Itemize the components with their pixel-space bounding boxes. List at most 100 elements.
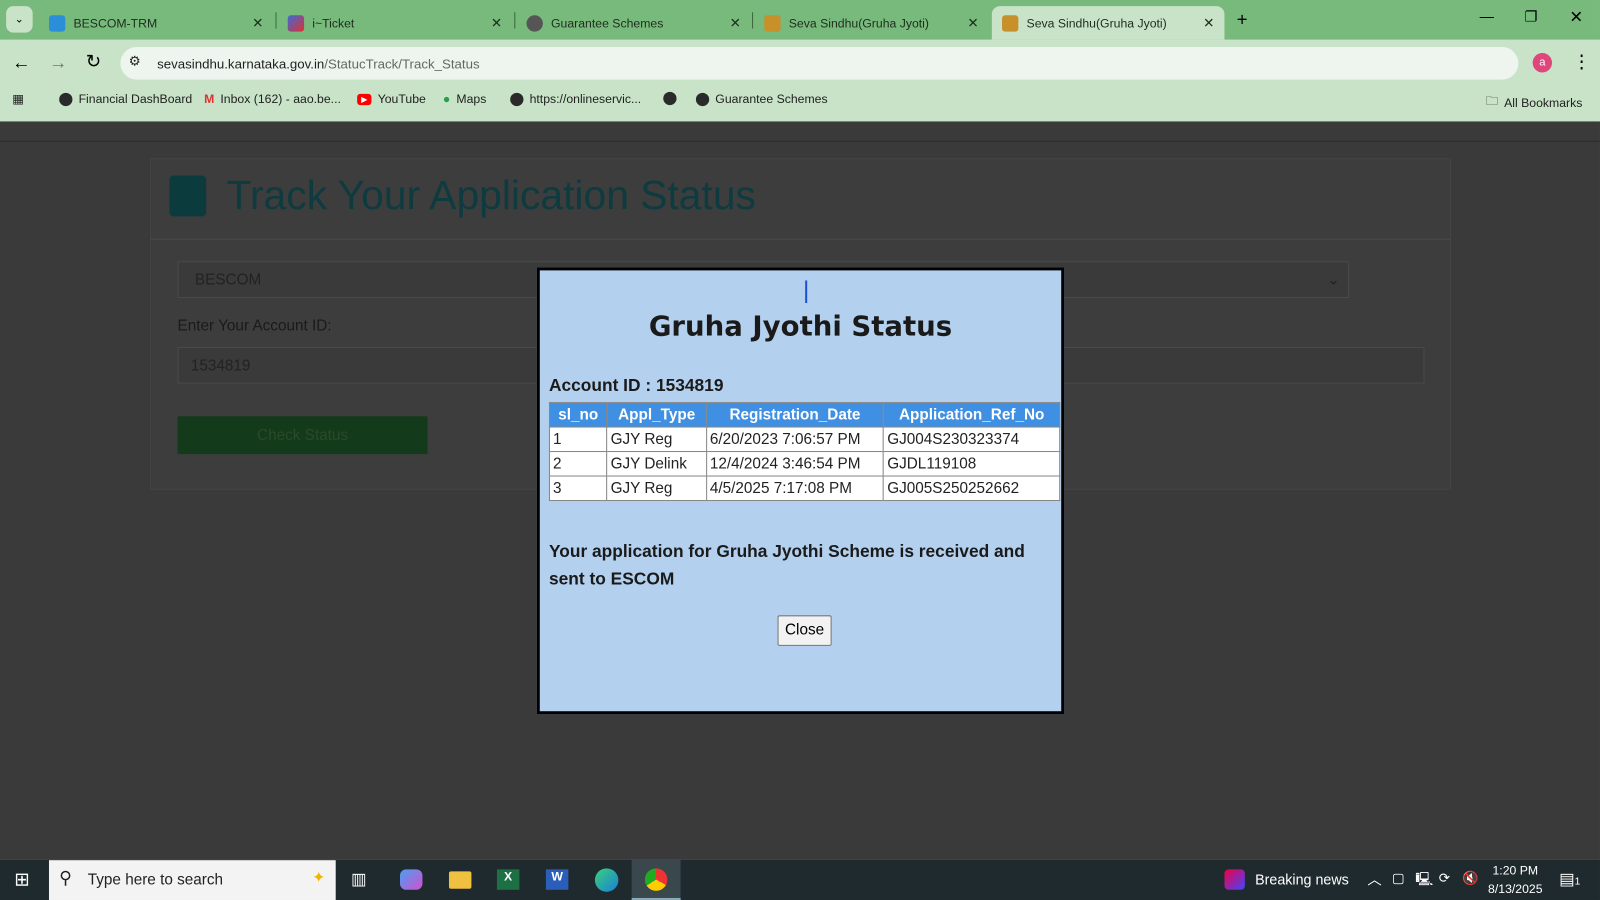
clock-date[interactable]: 8/13/2025 [1486,882,1545,896]
reload-button[interactable]: ↻ [86,51,101,72]
tab-bescom[interactable]: BESCOM-TRM ✕ [39,6,274,40]
status-message: Your application for Gruha Jyothi Scheme… [548,541,1025,589]
page-title: Track Your Application Status [226,173,756,219]
news-widget[interactable]: Breaking news [1255,871,1349,887]
bookmark-maps[interactable]: ● Maps [443,92,486,106]
close-button[interactable]: Close [777,615,832,646]
account-id-line: Account ID : 1534819 [548,375,724,395]
globe-icon [695,92,710,106]
network-icon[interactable]: 🖳 [1415,870,1433,892]
bookmark-financial[interactable]: Financial DashBoard [59,92,192,106]
close-tab-icon[interactable]: ✕ [967,15,978,31]
bookmark-label: Guarantee Schemes [715,91,828,107]
meet-icon[interactable]: ▢ [1392,870,1405,886]
close-tab-icon[interactable]: ✕ [252,15,263,31]
cell: GJ005S250252662 [883,475,1061,502]
escom-value: BESCOM [194,271,262,289]
windows-start-icon[interactable]: ⊞ [14,869,29,890]
news-icon[interactable] [1224,869,1245,890]
close-tab-icon[interactable]: ✕ [491,15,502,31]
profile-avatar[interactable]: a [1532,53,1553,73]
bookmark-globe[interactable] [663,91,677,106]
cell: GJY Reg [606,475,707,502]
maps-pin-icon: ● [442,91,451,107]
status-table: sl_no Appl_Type Registration_Date Applic… [548,402,1061,502]
book-icon [169,175,207,217]
tab-label: BESCOM-TRM [73,15,158,31]
tab-label: Seva Sindhu(Gruha Jyoti) [1026,15,1167,31]
site-info-icon[interactable]: ⚙ [129,53,141,69]
bookmark-youtube[interactable]: ▶ YouTube [357,92,426,106]
modal-title: Gruha Jyothi Status [648,311,953,343]
clock-time[interactable]: 1:20 PM [1486,863,1545,877]
restore-button[interactable]: ❐ [1524,8,1537,25]
cell: 12/4/2024 3:46:54 PM [705,451,885,477]
status-modal: | Gruha Jyothi Status Account ID : 15348… [536,267,1065,715]
bookmark-label: All Bookmarks [1504,95,1583,110]
tab-guarantee[interactable]: Guarantee Schemes ✕ [516,6,751,40]
globe-icon [526,14,543,32]
tab-iticket[interactable]: i~Ticket ✕ [278,6,513,40]
forward-button[interactable]: → [49,52,67,73]
close-window-button[interactable]: ✕ [1569,7,1583,27]
edge-icon[interactable] [594,868,619,892]
check-status-button[interactable]: Check Status [177,416,428,455]
globe-icon [59,92,73,106]
cell: GJY Delink [606,451,707,477]
globe-icon [510,92,524,106]
youtube-icon: ▶ [357,93,372,105]
tab-seva-active[interactable]: Seva Sindhu(Gruha Jyoti) ✕ [991,6,1225,40]
chrome-taskbar-button[interactable] [631,859,681,900]
bookmark-label: https://onlineservic... [529,91,642,107]
account-label: Enter Your Account ID: [177,317,332,335]
copilot-icon[interactable] [399,869,423,890]
bescom-favicon-icon [48,14,66,32]
all-bookmarks[interactable]: 🗀 All Bookmarks [1486,92,1583,113]
cell: 6/20/2023 7:06:57 PM [705,426,885,453]
menu-icon[interactable]: ⋮ [1572,51,1590,72]
bookmark-guarantee[interactable]: Guarantee Schemes [695,91,828,107]
close-tab-icon[interactable]: ✕ [730,15,741,31]
iticket-favicon-icon [287,14,305,32]
karnataka-emblem-icon [1002,14,1019,32]
notification-icon[interactable]: ▤1 [1559,869,1580,889]
excel-icon[interactable]: X [496,869,520,890]
taskbar-search[interactable]: ⚲ Type here to search ✦ [48,860,336,900]
bookmark-onlineservices[interactable]: https://onlineservic... [510,92,641,106]
new-tab-button[interactable]: + [1237,9,1248,30]
tab-strip: ⌄ BESCOM-TRM ✕ i~Ticket ✕ Guarantee Scheme… [0,0,1600,40]
word-icon[interactable]: W [545,869,569,890]
cell: 4/5/2025 7:17:08 PM [705,475,885,502]
text-cursor: | [803,276,810,305]
table-row: 1 GJY Reg 6/20/2023 7:06:57 PM GJ004S230323… [548,426,1061,453]
table-header-row: sl_no Appl_Type Registration_Date Applic… [548,402,1061,428]
table-row: 2 GJY Delink 12/4/2024 3:46:54 PM GJDL11910… [548,451,1061,477]
globe-icon [663,91,677,106]
back-button[interactable]: ← [12,52,30,73]
tab-search-button[interactable]: ⌄ [6,6,33,33]
bookmark-label: YouTube [377,91,426,107]
tray-chevron-icon[interactable]: ︿ [1367,869,1381,889]
file-explorer-icon[interactable] [448,871,472,889]
update-icon[interactable]: ⟳ [1439,870,1450,886]
chevron-down-icon: ⌄ [1326,271,1340,289]
task-view-icon[interactable]: ▥ [351,869,366,889]
tab-label: i~Ticket [312,15,355,31]
tab-label: Guarantee Schemes [551,15,664,31]
column-header: Registration_Date [705,402,885,428]
table-row: 3 GJY Reg 4/5/2025 7:17:08 PM GJ005S2502526… [548,475,1061,502]
karnataka-emblem-icon [764,14,781,32]
column-header: Application_Ref_No [883,402,1061,428]
apps-icon[interactable]: ▦ [12,92,24,106]
address-bar[interactable]: ⚙ sevasindhu.karnataka.gov.in/StatucTrac… [120,46,1519,80]
bookmark-label: Maps [456,91,487,107]
tab-seva-1[interactable]: Seva Sindhu(Gruha Jyoti) ✕ [754,6,989,40]
gmail-icon: M [204,91,215,107]
volume-muted-icon[interactable]: 🔇 [1462,870,1479,886]
minimize-button[interactable]: — [1480,8,1494,24]
search-placeholder: Type here to search [87,871,224,889]
cell: GJY Reg [606,426,707,453]
close-tab-icon[interactable]: ✕ [1203,15,1214,31]
bookmark-label: Financial DashBoard [78,91,193,107]
bookmark-gmail[interactable]: M Inbox (162) - aao.be... [204,92,341,106]
